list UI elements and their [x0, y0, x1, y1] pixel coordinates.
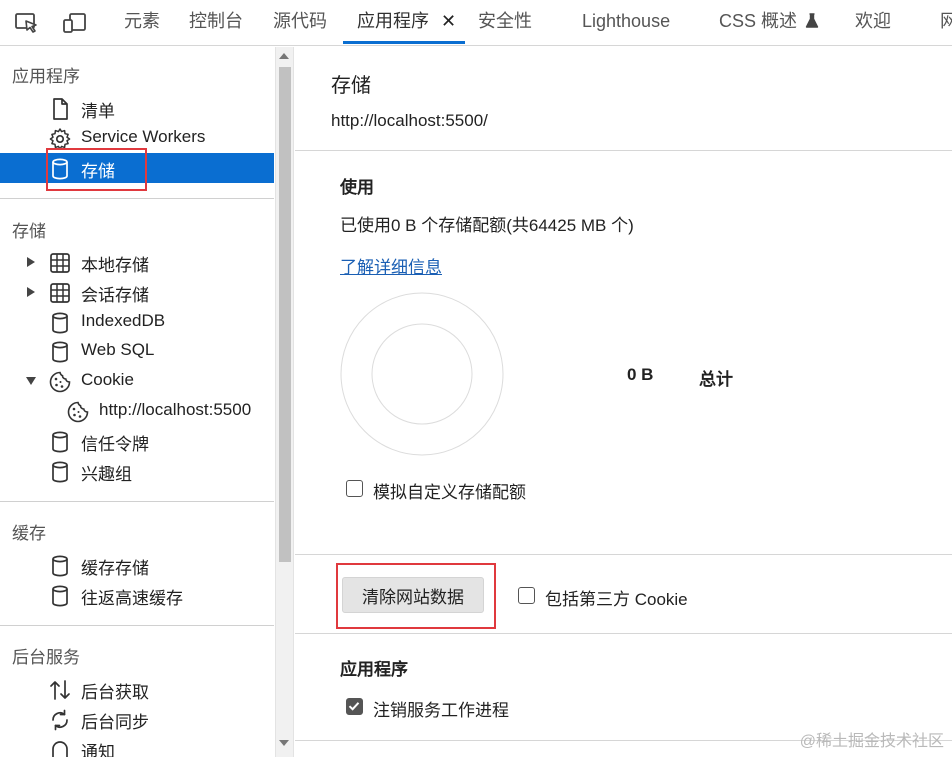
inspect-element-icon[interactable] [14, 11, 40, 35]
include-third-party-cookie-label: 包括第三方 Cookie [545, 590, 688, 609]
experiment-flask-icon [805, 13, 819, 28]
cookie-icon [66, 400, 90, 424]
sidebar-item-web-sql[interactable]: Web SQL [0, 336, 274, 366]
scrollbar-thumb[interactable] [279, 67, 291, 562]
close-tab-icon[interactable]: ✕ [441, 0, 456, 42]
tab-welcome[interactable]: 欢迎 [855, 0, 891, 45]
sidebar-item-interest-groups[interactable]: 兴趣组 [0, 456, 274, 486]
collapse-triangle-icon[interactable] [25, 374, 37, 386]
sidebar-item-trust-tokens[interactable]: 信任令牌 [0, 426, 274, 456]
device-toolbar-icon[interactable] [62, 11, 88, 35]
unregister-service-workers-label: 注销服务工作进程 [373, 701, 509, 720]
tab-console[interactable]: 控制台 [189, 0, 243, 45]
learn-more-link[interactable]: 了解详细信息 [340, 253, 442, 278]
sidebar-item-cache-storage[interactable]: 缓存存储 [0, 550, 274, 580]
storage-panel: 存储 http://localhost:5500/ 使用 已使用0 B 个存储配… [295, 47, 952, 757]
section-title-background-services: 后台服务 [12, 648, 80, 667]
tab-network[interactable]: 网 [940, 0, 952, 45]
page-title: 存储 [331, 75, 371, 97]
sidebar-scrollbar[interactable] [275, 47, 294, 757]
scroll-down-arrow-icon[interactable] [279, 740, 289, 746]
section-divider [295, 633, 952, 634]
tab-sources[interactable]: 源代码 [273, 0, 327, 45]
sidebar-item-notifications[interactable]: 通知 [0, 734, 274, 757]
simulate-quota-checkbox[interactable] [346, 480, 363, 497]
devtools-tab-bar: 元素 控制台 源代码 应用程序 ✕ 安全性 Lighthouse CSS 概述 … [0, 0, 952, 46]
application-heading: 应用程序 [340, 660, 408, 679]
sidebar-item-session-storage[interactable]: 会话存储 [0, 277, 274, 307]
section-divider [0, 501, 274, 502]
sidebar-item-local-storage[interactable]: 本地存储 [0, 247, 274, 277]
expand-triangle-icon[interactable] [25, 255, 37, 267]
sidebar-item-label: Cookie [81, 370, 134, 389]
include-third-party-cookie-checkbox[interactable] [518, 587, 535, 604]
database-icon [48, 584, 72, 608]
document-icon [48, 97, 72, 121]
section-divider [295, 554, 952, 555]
sidebar-item-label: 清单 [81, 102, 115, 121]
usage-donut-chart [340, 292, 504, 456]
checkmark-icon [348, 702, 360, 711]
active-tab-indicator [343, 41, 465, 44]
watermark: @稀土掘金技术社区 [799, 733, 944, 750]
sidebar-item-label: 信任令牌 [81, 435, 149, 454]
tab-security[interactable]: 安全性 [478, 0, 532, 45]
sidebar-item-bfcache[interactable]: 往返高速缓存 [0, 580, 274, 610]
cookie-icon [48, 370, 72, 394]
section-divider [0, 625, 274, 626]
usage-total-value: 0 B [627, 365, 654, 384]
sidebar-item-label: 缓存存储 [81, 559, 149, 578]
scroll-up-arrow-icon[interactable] [279, 53, 289, 59]
highlight-box-clear-button [336, 563, 496, 629]
origin-url: http://localhost:5500/ [331, 111, 488, 130]
tab-application[interactable]: 应用程序 [357, 0, 429, 45]
unregister-service-workers-checkbox[interactable] [346, 698, 363, 715]
grid-icon [48, 251, 72, 275]
database-icon [48, 554, 72, 578]
section-divider [0, 198, 274, 199]
bell-icon [48, 738, 72, 757]
sidebar-item-label: 通知 [81, 743, 115, 757]
sidebar-item-label: Service Workers [81, 127, 206, 146]
arrows-up-down-icon [48, 678, 72, 702]
sidebar-item-label: 兴趣组 [81, 465, 132, 484]
section-divider [295, 150, 952, 151]
usage-heading: 使用 [340, 178, 374, 197]
tab-elements[interactable]: 元素 [124, 0, 160, 45]
database-icon [48, 460, 72, 484]
usage-summary: 已使用0 B 个存储配额(共64425 MB 个) [340, 216, 634, 235]
grid-icon [48, 281, 72, 305]
section-title-application: 应用程序 [12, 67, 80, 86]
highlight-box-storage [46, 148, 147, 191]
database-icon [48, 430, 72, 454]
sidebar-item-manifest[interactable]: 清单 [0, 93, 274, 123]
sync-icon [48, 708, 72, 732]
expand-triangle-icon[interactable] [25, 285, 37, 297]
database-icon [48, 311, 72, 335]
section-title-cache: 缓存 [12, 524, 46, 543]
sidebar-item-indexeddb[interactable]: IndexedDB [0, 307, 274, 337]
sidebar-item-label: 后台同步 [81, 713, 149, 732]
tab-css-overview-label: CSS 概述 [719, 11, 798, 31]
sidebar-item-label: 往返高速缓存 [81, 589, 183, 608]
sidebar-item-label: Web SQL [81, 340, 155, 359]
sidebar-item-label: 本地存储 [81, 256, 149, 275]
sidebar-item-background-sync[interactable]: 后台同步 [0, 704, 274, 734]
sidebar-item-label: IndexedDB [81, 311, 166, 330]
sidebar-item-label: 后台获取 [81, 683, 149, 702]
sidebar-item-cookie[interactable]: Cookie [0, 366, 274, 396]
sidebar-item-cookie-localhost[interactable]: http://localhost:5500 [0, 396, 274, 426]
sidebar-item-label: http://localhost:5500 [99, 400, 252, 419]
section-title-storage: 存储 [12, 222, 46, 241]
usage-total-label: 总计 [699, 370, 733, 389]
sidebar-item-background-fetch[interactable]: 后台获取 [0, 674, 274, 704]
simulate-quota-label: 模拟自定义存储配额 [373, 483, 526, 502]
tab-lighthouse[interactable]: Lighthouse [582, 0, 670, 45]
tab-css-overview[interactable]: CSS 概述 [719, 0, 819, 45]
database-icon [48, 340, 72, 364]
sidebar-item-label: 会话存储 [81, 286, 149, 305]
application-sidebar: 应用程序 清单 Service Workers 存储 存储 本地存储 会话存储 [0, 47, 275, 757]
